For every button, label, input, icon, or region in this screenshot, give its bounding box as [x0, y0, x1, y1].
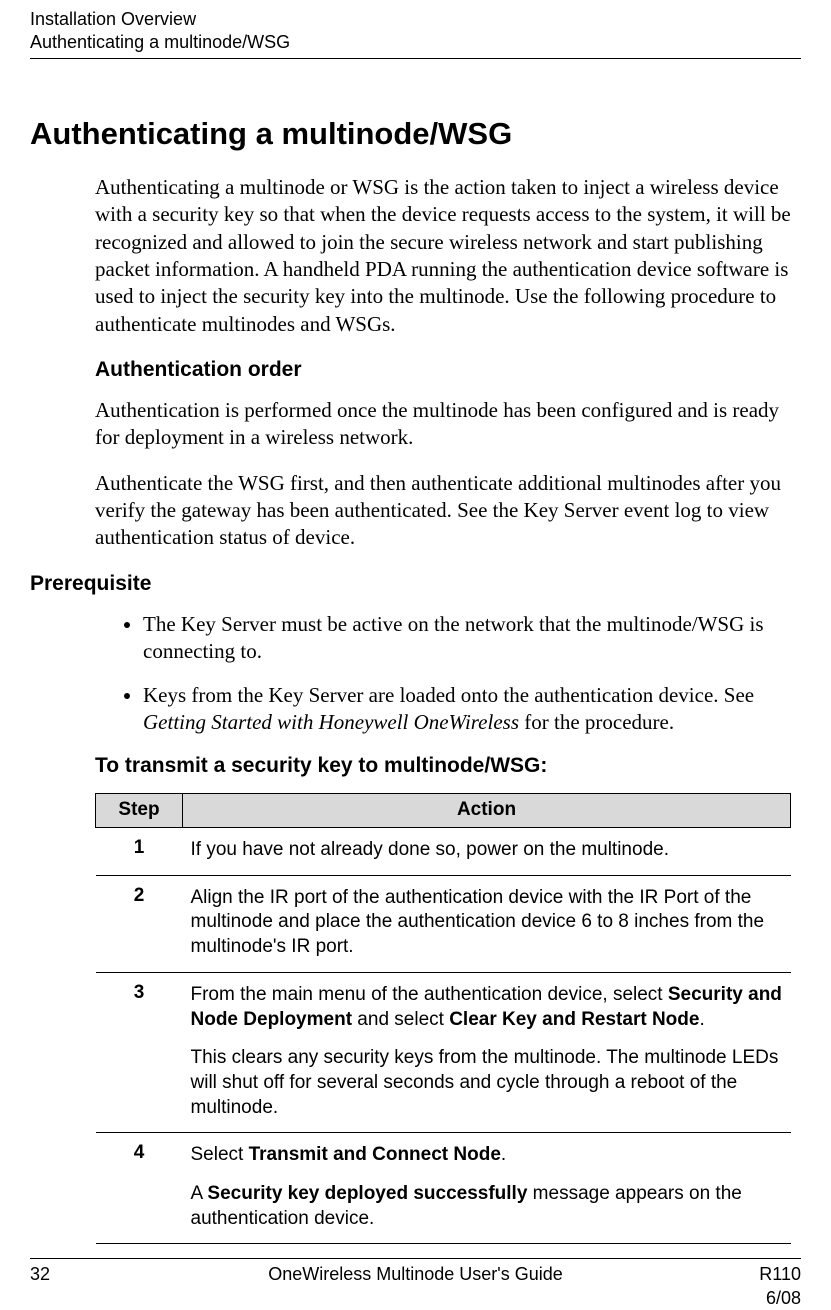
r3-p1-bold2: Clear Key and Restart Node	[449, 1009, 699, 1030]
content-area: Authenticating a multinode/WSG Authentic…	[30, 59, 801, 1245]
r4-p1-bold1: Transmit and Connect Node	[249, 1144, 501, 1165]
running-header: Installation Overview Authenticating a m…	[30, 0, 801, 55]
col-action: Action	[183, 794, 791, 828]
step-number: 1	[96, 828, 183, 876]
header-line-2: Authenticating a multinode/WSG	[30, 31, 801, 54]
prereq-2-italic: Getting Started with Honeywell OneWirele…	[143, 710, 519, 734]
auth-order-heading: Authentication order	[95, 356, 791, 383]
prereq-1-text: The Key Server must be active on the net…	[143, 612, 764, 663]
table-row: 4 Select Transmit and Connect Node. A Se…	[96, 1133, 791, 1244]
table-row: 3 From the main menu of the authenticati…	[96, 972, 791, 1132]
page-title: Authenticating a multinode/WSG	[30, 114, 791, 154]
step-number: 4	[96, 1133, 183, 1244]
action-text: A Security key deployed successfully mes…	[191, 1182, 783, 1231]
prereq-2-pre: Keys from the Key Server are loaded onto…	[143, 683, 754, 707]
r3-p1-post: .	[699, 1009, 704, 1030]
page-number: 32	[30, 1263, 90, 1310]
action-text: This clears any security keys from the m…	[191, 1046, 783, 1120]
intro-paragraph: Authenticating a multinode or WSG is the…	[95, 174, 791, 338]
r4-p2-pre: A	[191, 1183, 208, 1204]
action-text: Select Transmit and Connect Node.	[191, 1143, 783, 1168]
prereq-heading: Prerequisite	[30, 570, 791, 597]
auth-order-p1: Authentication is performed once the mul…	[95, 397, 791, 452]
list-item: Keys from the Key Server are loaded onto…	[143, 682, 791, 737]
step-action: From the main menu of the authentication…	[183, 972, 791, 1132]
action-text: Align the IR port of the authentication …	[191, 886, 783, 960]
prereq-2-post: for the procedure.	[519, 710, 674, 734]
prereq-list: The Key Server must be active on the net…	[95, 611, 791, 736]
col-step: Step	[96, 794, 183, 828]
step-number: 2	[96, 875, 183, 972]
action-text: If you have not already done so, power o…	[191, 838, 783, 863]
header-line-1: Installation Overview	[30, 8, 801, 31]
step-action: Align the IR port of the authentication …	[183, 875, 791, 972]
step-action: If you have not already done so, power o…	[183, 828, 791, 876]
auth-order-p2: Authenticate the WSG first, and then aut…	[95, 470, 791, 552]
list-item: The Key Server must be active on the net…	[143, 611, 791, 666]
footer-right: R110 6/08	[741, 1263, 801, 1310]
footer-rev: R110	[759, 1264, 801, 1284]
page-container: Installation Overview Authenticating a m…	[0, 0, 831, 1310]
table-header-row: Step Action	[96, 794, 791, 828]
table-row: 1 If you have not already done so, power…	[96, 828, 791, 876]
r4-p1-pre: Select	[191, 1144, 249, 1165]
step-number: 3	[96, 972, 183, 1132]
footer-center: OneWireless Multinode User's Guide	[90, 1263, 741, 1310]
r4-p2-bold1: Security key deployed successfully	[207, 1183, 527, 1204]
footer-date: 6/08	[741, 1287, 801, 1310]
running-footer: 32 OneWireless Multinode User's Guide R1…	[30, 1259, 801, 1310]
steps-table: Step Action 1 If you have not already do…	[95, 793, 791, 1244]
r3-p1-pre: From the main menu of the authentication…	[191, 984, 668, 1005]
r3-p1-mid: and select	[352, 1009, 449, 1030]
transmit-heading: To transmit a security key to multinode/…	[95, 752, 791, 779]
step-action: Select Transmit and Connect Node. A Secu…	[183, 1133, 791, 1244]
r4-p1-post: .	[501, 1144, 506, 1165]
table-row: 2 Align the IR port of the authenticatio…	[96, 875, 791, 972]
action-text: From the main menu of the authentication…	[191, 983, 783, 1032]
